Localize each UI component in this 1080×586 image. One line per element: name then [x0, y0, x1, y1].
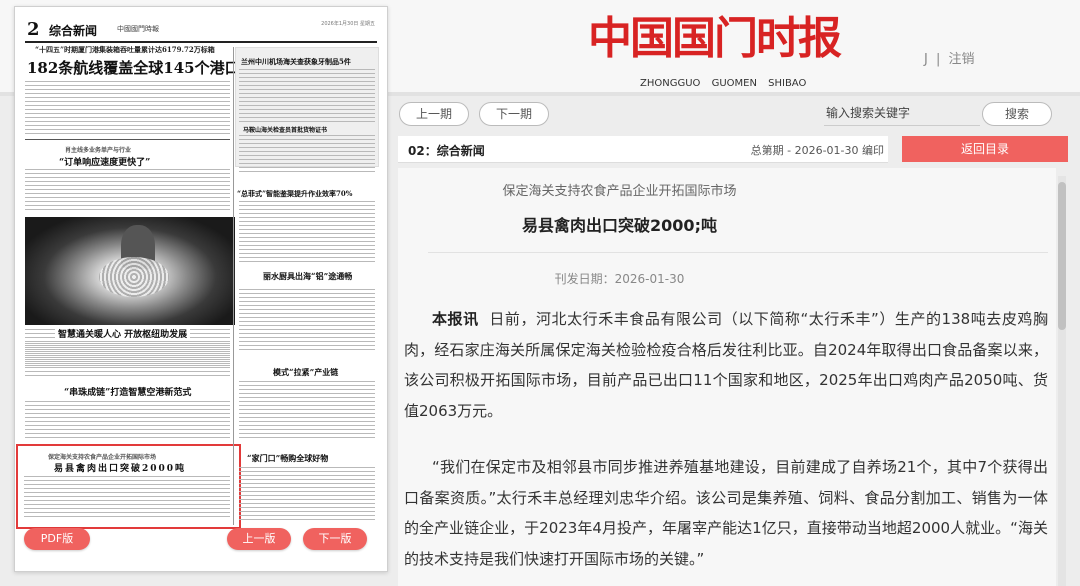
next-page-button[interactable]: 下一版 — [303, 528, 367, 550]
prev-issue-button[interactable]: 上一期 — [399, 102, 469, 126]
prev-page-button[interactable]: 上一版 — [227, 528, 291, 550]
top-story-headline[interactable]: 182条航线覆盖全球145个港口 — [27, 57, 240, 78]
side-story-4[interactable]: 丽水厨具出海“铝”途通畅 — [263, 271, 352, 282]
story-5-kicker: 保定海关支持农食产品企业开拓国际市场 — [48, 454, 157, 461]
article-pubdate: 刊发日期：2026-01-30 — [554, 272, 685, 286]
side-story-6-body — [239, 467, 375, 523]
story-2-kicker: 肖主线多业务单产与行业 — [65, 147, 132, 154]
issue-info-bar: 02：综合新闻 总第期 - 2026-01-30 编印 — [398, 136, 888, 163]
newspaper-page[interactable]: 2 综合新闻 中國國門時報 2026年1月30日 星期五 “十四五”时期厦门港集… — [14, 6, 388, 572]
selected-article-highlight[interactable]: 保定海关支持农食产品企业开拓国际市场 易县禽肉出口突破2000吨 — [16, 444, 241, 529]
article-title: 易县禽肉出口突破2000;吨 — [522, 216, 717, 235]
site-logo-pinyin: ZHONGGUO GUOMEN SHIBAO — [640, 78, 807, 89]
article-paragraph-1-text: 日前，河北太行禾丰食品有限公司（以下简称“太行禾丰”）生产的138吨去皮鸡胸肉，… — [404, 310, 1048, 420]
page-number: 2 — [27, 19, 40, 40]
story-3-headline[interactable]: 智慧通关暖人心 开放枢纽助发展 — [55, 327, 191, 340]
side-story-1-body — [239, 69, 375, 123]
side-story-5[interactable]: 模式“拉紧”产业链 — [273, 367, 338, 378]
article-subtitle: 保定海关支持农食产品企业开拓国际市场 — [502, 184, 737, 199]
page-section: 综合新闻 — [49, 24, 98, 38]
scrollbar-thumb[interactable] — [1058, 182, 1066, 330]
site-logo[interactable]: 中国国门时报 — [588, 14, 842, 64]
article-paragraph-1: 本报讯 日前，河北太行禾丰食品有限公司（以下简称“太行禾丰”）生产的138吨去皮… — [404, 304, 1048, 426]
side-story-3-body — [239, 201, 375, 263]
side-story-3[interactable]: “总菲式”智能鉴渠提升作业效率70% — [237, 189, 352, 199]
page-header: 2 综合新闻 中國國門時報 2026年1月30日 星期五 — [25, 19, 377, 43]
user-links: J | 注销 — [922, 48, 977, 67]
story-2-body — [25, 169, 230, 213]
story-4-body — [25, 401, 230, 439]
story-5-body — [24, 476, 230, 520]
section-label: 02：综合新闻 — [408, 144, 485, 158]
logout-link[interactable]: 注销 — [949, 52, 975, 67]
story-4-headline[interactable]: “串珠成链”打造智慧空港新范式 — [61, 385, 195, 398]
article-paragraph-2: “我们在保定市及相邻县市同步推进养殖基地建设，目前建成了自养场21个，其中7个获… — [404, 458, 1048, 568]
article-divider — [428, 252, 1048, 253]
story-3-body — [25, 343, 230, 377]
page-masthead: 中國國門時報 — [117, 25, 159, 33]
article-lead: 本报讯 — [432, 310, 479, 328]
machine-disc — [99, 257, 169, 297]
side-story-2-body — [239, 135, 375, 175]
user-separator: | — [935, 52, 941, 67]
back-to-contents-button[interactable]: 返回目录 — [902, 136, 1068, 162]
search-input[interactable] — [824, 101, 980, 126]
page-date: 2026年1月30日 星期五 — [321, 21, 375, 27]
story-5-headline[interactable]: 易县禽肉出口突破2000吨 — [54, 461, 186, 474]
top-story-kicker[interactable]: “十四五”时期厦门港集装箱吞吐量累计达6179.72万标箱 — [35, 45, 215, 55]
top-story-body — [25, 81, 230, 135]
user-initial[interactable]: J — [924, 52, 928, 67]
side-story-1[interactable]: 兰州中川机场海关查获象牙制品5件 — [241, 57, 351, 67]
story-2-headline[interactable]: “订单响应速度更快了” — [59, 155, 150, 168]
news-photo[interactable] — [25, 217, 235, 325]
divider — [25, 139, 230, 140]
issue-info: 总第期 - 2026-01-30 编印 — [750, 144, 884, 157]
next-issue-button[interactable]: 下一期 — [479, 102, 549, 126]
side-story-6[interactable]: “家门口”畅购全球好物 — [247, 453, 328, 464]
article-panel: 保定海关支持农食产品企业开拓国际市场 易县禽肉出口突破2000;吨 刊发日期：2… — [398, 168, 1056, 586]
pdf-button[interactable]: PDF版 — [24, 528, 90, 550]
side-story-4-body — [239, 289, 375, 353]
side-story-5-body — [239, 381, 375, 441]
side-story-2[interactable]: 马鞍山海关检查员首批货物证书 — [243, 125, 327, 134]
column-divider — [233, 47, 234, 525]
search-button[interactable]: 搜索 — [982, 102, 1052, 126]
